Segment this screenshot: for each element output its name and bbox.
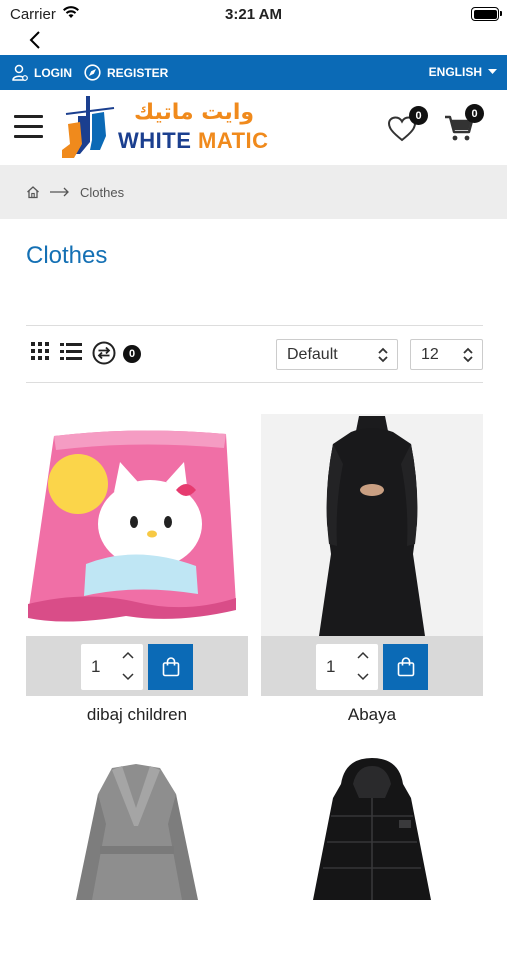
product-image-blanket[interactable] <box>26 414 248 636</box>
logo-matic-text: MATIC <box>198 128 269 153</box>
add-to-cart-bar: 1 <box>26 636 248 696</box>
product-card: 1 Abaya <box>261 414 483 734</box>
grid-view-icon[interactable] <box>31 342 49 360</box>
battery-icon <box>471 7 502 21</box>
home-icon[interactable] <box>26 185 40 199</box>
product-card <box>26 754 248 900</box>
quantity-stepper[interactable]: 1 <box>316 644 378 690</box>
cart-count-badge: 0 <box>465 104 484 123</box>
product-card: 1 dibaj children <box>26 414 248 734</box>
breadcrumb-current: Clothes <box>80 184 125 200</box>
language-label: ENGLISH <box>428 65 482 79</box>
chevron-left-icon <box>29 31 40 49</box>
page-title: Clothes <box>26 242 108 269</box>
account-bar: LOGIN REGISTER ENGLISH <box>0 55 507 90</box>
wishlist-button[interactable]: 0 <box>387 106 428 144</box>
updown-chevron-icon <box>463 347 473 363</box>
user-icon <box>12 64 28 81</box>
product-name[interactable]: dibaj children <box>26 705 248 725</box>
updown-chevron-icon <box>378 347 388 363</box>
chevron-down-icon[interactable] <box>356 672 370 682</box>
add-to-cart-bar: 1 <box>261 636 483 696</box>
chevron-up-icon[interactable] <box>121 650 135 660</box>
quantity-value: 1 <box>91 657 101 676</box>
register-label: REGISTER <box>107 65 169 80</box>
login-link[interactable]: LOGIN <box>12 64 72 82</box>
compare-icon[interactable] <box>92 341 116 365</box>
register-link[interactable]: REGISTER <box>84 64 168 81</box>
socks-logo-icon <box>62 96 115 158</box>
list-view-icon[interactable] <box>60 343 82 360</box>
shopping-bag-icon <box>162 657 179 677</box>
logo-arabic-text: وايت ماتيك <box>134 100 255 125</box>
arrow-right-icon <box>50 187 69 197</box>
product-name[interactable]: Abaya <box>261 705 483 725</box>
sort-select[interactable]: Default <box>276 339 398 370</box>
compare-count-badge: 0 <box>123 345 141 363</box>
status-bar: Carrier 3:21 AM <box>0 0 507 28</box>
wishlist-count-badge: 0 <box>409 106 428 125</box>
sort-select-value: Default <box>287 345 338 363</box>
add-to-cart-button[interactable] <box>148 644 193 690</box>
product-toolbar: 0 Default 12 <box>26 325 483 383</box>
product-image-abaya[interactable] <box>261 414 483 636</box>
shopping-bag-icon <box>397 657 414 677</box>
logo-white-text: WHITE <box>118 128 192 153</box>
caret-down-icon <box>488 69 497 74</box>
cart-button[interactable]: 0 <box>444 104 484 144</box>
quantity-value: 1 <box>326 657 336 676</box>
per-page-select[interactable]: 12 <box>410 339 483 370</box>
add-to-cart-button[interactable] <box>383 644 428 690</box>
brand-logo[interactable]: وايت ماتيك WHITE MATIC <box>60 94 275 164</box>
compass-icon <box>84 64 101 81</box>
chevron-up-icon[interactable] <box>356 650 370 660</box>
site-header: وايت ماتيك WHITE MATIC 0 0 <box>0 90 507 165</box>
per-page-select-value: 12 <box>421 345 439 363</box>
logo-wordmark: WHITE MATIC <box>118 128 269 154</box>
language-selector[interactable]: ENGLISH <box>429 65 497 79</box>
menu-button[interactable] <box>14 115 43 139</box>
product-image-jacket[interactable] <box>261 754 483 976</box>
chevron-down-icon[interactable] <box>121 672 135 682</box>
clock: 3:21 AM <box>225 6 282 23</box>
product-card <box>261 754 483 900</box>
quantity-stepper[interactable]: 1 <box>81 644 143 690</box>
login-label: LOGIN <box>34 66 72 80</box>
breadcrumb: Clothes <box>0 165 507 219</box>
back-button[interactable] <box>24 28 46 52</box>
product-image-bathrobe[interactable] <box>26 754 248 976</box>
